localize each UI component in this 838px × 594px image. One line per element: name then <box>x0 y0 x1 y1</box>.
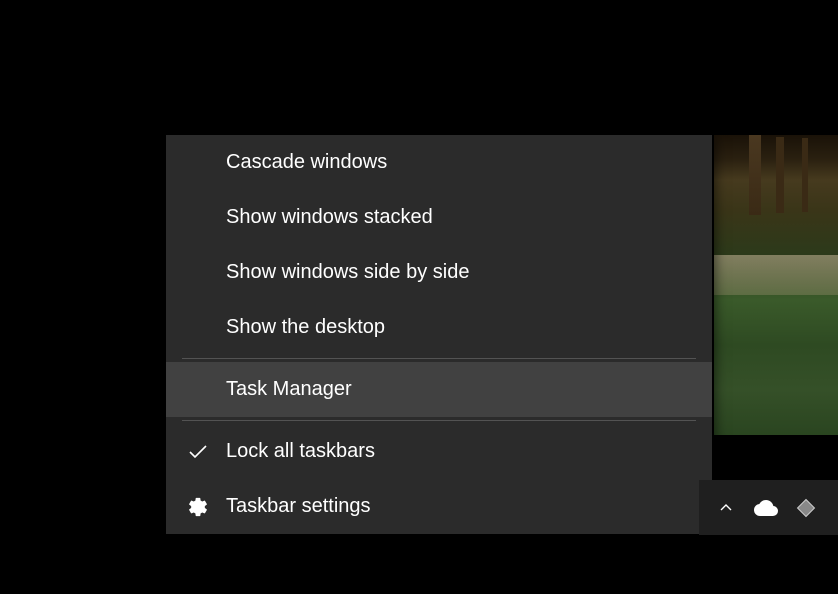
menu-item-task-manager[interactable]: Task Manager <box>166 362 712 417</box>
menu-item-lock-taskbars[interactable]: Lock all taskbars <box>166 424 712 479</box>
menu-separator <box>182 358 696 359</box>
menu-item-show-stacked[interactable]: Show windows stacked <box>166 190 712 245</box>
system-tray <box>699 480 838 535</box>
menu-item-taskbar-settings[interactable]: Taskbar settings <box>166 479 712 534</box>
desktop-wallpaper <box>714 135 838 435</box>
menu-item-label: Taskbar settings <box>226 495 371 518</box>
menu-item-label: Show windows side by side <box>226 261 469 284</box>
screenshot-frame: Cascade windows Show windows stacked Sho… <box>80 60 758 480</box>
chevron-up-icon[interactable] <box>713 495 739 521</box>
menu-item-show-side-by-side[interactable]: Show windows side by side <box>166 245 712 300</box>
menu-separator <box>182 420 696 421</box>
menu-item-label: Show the desktop <box>226 316 385 339</box>
taskbar-context-menu: Cascade windows Show windows stacked Sho… <box>166 135 712 534</box>
diamond-icon[interactable] <box>793 495 819 521</box>
menu-item-label: Task Manager <box>226 378 352 401</box>
menu-item-show-desktop[interactable]: Show the desktop <box>166 300 712 355</box>
gear-icon <box>184 493 212 521</box>
menu-item-label: Show windows stacked <box>226 206 433 229</box>
menu-item-label: Lock all taskbars <box>226 440 375 463</box>
cloud-icon[interactable] <box>753 495 779 521</box>
menu-item-label: Cascade windows <box>226 151 387 174</box>
check-icon <box>184 438 212 466</box>
menu-item-cascade-windows[interactable]: Cascade windows <box>166 135 712 190</box>
